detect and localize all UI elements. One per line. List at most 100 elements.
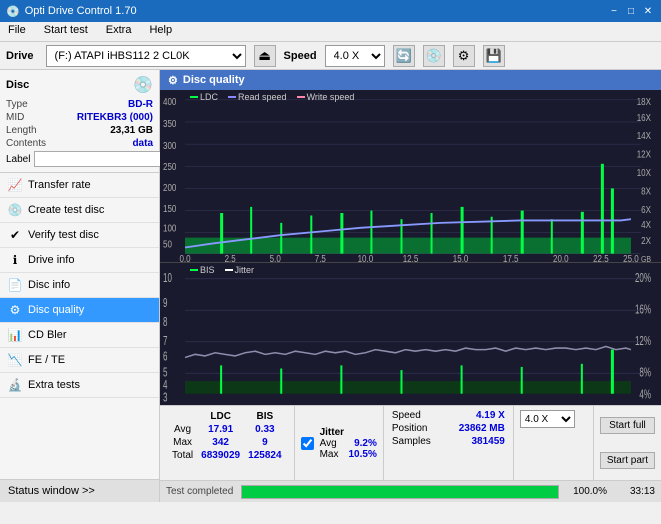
content-area: ⚙ Disc quality LDC Read speed — [160, 70, 661, 502]
svg-text:0.0: 0.0 — [179, 253, 190, 262]
jitter-max-row: Max 10.5% — [320, 449, 377, 460]
samples-label: Samples — [392, 436, 431, 447]
drive-label: Drive — [6, 50, 34, 62]
bottom-chart-svg: 10 9 8 7 6 5 4 3 20% 16% 12% 8% 4% — [160, 263, 661, 405]
svg-text:12.5: 12.5 — [403, 253, 419, 262]
progress-bar-container: Test completed 100.0% 33:13 — [160, 480, 661, 502]
svg-text:4%: 4% — [639, 388, 651, 402]
stats-avg-bis: 0.33 — [244, 423, 285, 436]
svg-text:25.0: 25.0 — [623, 253, 639, 262]
disc-quality-header-title: Disc quality — [183, 74, 245, 86]
position-label: Position — [392, 423, 428, 434]
refresh-button[interactable]: 🔄 — [393, 45, 415, 67]
settings-button[interactable]: ⚙ — [453, 45, 475, 67]
stats-avg-ldc: 17.91 — [197, 423, 244, 436]
position-row: Position 23862 MB — [392, 423, 505, 434]
svg-text:150: 150 — [163, 203, 176, 214]
legend-read-speed: Read speed — [228, 92, 287, 102]
svg-text:3: 3 — [163, 391, 168, 405]
speed-select[interactable]: 4.0 X — [325, 45, 385, 67]
menu-extra[interactable]: Extra — [102, 24, 136, 39]
menu-start-test[interactable]: Start test — [40, 24, 92, 39]
disc-mid-row: MID RITEKBR3 (000) — [6, 112, 153, 123]
sidebar-item-label: Create test disc — [28, 204, 104, 216]
speed-display-value: 4.19 X — [476, 410, 505, 421]
menu-file[interactable]: File — [4, 24, 30, 39]
speed-display-label: Speed — [392, 410, 421, 421]
save-button[interactable]: 💾 — [483, 45, 505, 67]
disc-type-label: Type — [6, 99, 28, 110]
drive-info-icon: ℹ — [8, 253, 22, 267]
sidebar-item-label: Transfer rate — [28, 179, 91, 191]
drive-select[interactable]: (F:) ATAPI iHBS112 2 CL0K — [46, 45, 246, 67]
title-bar-controls: − □ ✕ — [607, 4, 655, 18]
chart-bottom: BIS Jitter 10 9 8 7 6 5 4 — [160, 263, 661, 405]
stats-total-ldc: 6839029 — [197, 449, 244, 462]
status-window-button[interactable]: Status window >> — [0, 479, 159, 502]
svg-text:8: 8 — [163, 316, 168, 330]
disc-type-row: Type BD-R — [6, 99, 153, 110]
disc-title: Disc 💿 — [6, 75, 153, 95]
disc-length-row: Length 23,31 GB — [6, 125, 153, 136]
progress-bar-inner — [242, 486, 558, 498]
jitter-checkbox[interactable] — [301, 437, 314, 450]
stats-speed-select[interactable]: 4.0 X — [520, 410, 575, 428]
disc-label-input[interactable] — [34, 151, 172, 167]
disc-length-value: 23,31 GB — [110, 125, 153, 136]
sidebar-item-fe-te[interactable]: 📉 FE / TE — [0, 348, 159, 373]
disc-label-label: Label — [6, 154, 30, 165]
sidebar-item-drive-info[interactable]: ℹ Drive info — [0, 248, 159, 273]
svg-text:GB: GB — [641, 255, 651, 263]
jitter-legend-label: Jitter — [235, 265, 255, 275]
maximize-button[interactable]: □ — [624, 4, 638, 18]
sidebar-item-verify-test-disc[interactable]: ✔ Verify test disc — [0, 223, 159, 248]
sidebar-item-create-test-disc[interactable]: 💿 Create test disc — [0, 198, 159, 223]
jitter-label: Jitter — [320, 427, 377, 438]
minimize-button[interactable]: − — [607, 4, 621, 18]
sidebar-item-disc-quality[interactable]: ⚙ Disc quality — [0, 298, 159, 323]
progress-bar-outer — [241, 485, 559, 499]
svg-text:6X: 6X — [641, 204, 651, 215]
stats-total-label: Total — [168, 449, 197, 462]
jitter-avg-row: Avg 9.2% — [320, 438, 377, 449]
sidebar-item-cd-bler[interactable]: 📊 CD Bler — [0, 323, 159, 348]
speed-display-row: Speed 4.19 X — [392, 410, 505, 421]
main-area: Disc 💿 Type BD-R MID RITEKBR3 (000) Leng… — [0, 70, 661, 502]
menu-help[interactable]: Help — [145, 24, 176, 39]
status-text: Test completed — [166, 486, 233, 497]
disc-quality-icon: ⚙ — [8, 303, 22, 317]
sidebar-item-transfer-rate[interactable]: 📈 Transfer rate — [0, 173, 159, 198]
jitter-max-value: 10.5% — [349, 449, 377, 460]
sidebar-item-label: FE / TE — [28, 354, 65, 366]
burn-button[interactable]: 💿 — [423, 45, 445, 67]
progress-percent: 100.0% — [567, 486, 607, 497]
close-button[interactable]: ✕ — [641, 4, 655, 18]
svg-text:50: 50 — [163, 239, 172, 250]
sidebar-item-extra-tests[interactable]: 🔬 Extra tests — [0, 373, 159, 398]
jitter-legend-dot — [225, 269, 233, 271]
extra-tests-icon: 🔬 — [8, 378, 22, 392]
bis-legend-dot — [190, 269, 198, 271]
legend-bis: BIS — [190, 265, 215, 275]
bis-legend-label: BIS — [200, 265, 215, 275]
stats-avg-label: Avg — [168, 423, 197, 436]
samples-row: Samples 381459 — [392, 436, 505, 447]
svg-text:4X: 4X — [641, 219, 651, 230]
eject-button[interactable]: ⏏ — [254, 45, 276, 67]
start-full-button[interactable]: Start full — [600, 417, 655, 434]
sidebar-item-label: Verify test disc — [28, 229, 99, 241]
legend-write-speed: Write speed — [297, 92, 355, 102]
stats-max-ldc: 342 — [197, 436, 244, 449]
disc-quality-header-icon: ⚙ — [168, 74, 178, 87]
read-speed-legend-label: Read speed — [238, 92, 287, 102]
menu-bar: File Start test Extra Help — [0, 22, 661, 42]
svg-text:16%: 16% — [635, 303, 651, 317]
sidebar-item-disc-info[interactable]: 📄 Disc info — [0, 273, 159, 298]
start-part-button[interactable]: Start part — [600, 452, 655, 469]
disc-mid-value: RITEKBR3 (000) — [77, 112, 153, 123]
sidebar-item-label: Drive info — [28, 254, 74, 266]
disc-length-label: Length — [6, 125, 37, 136]
svg-text:9: 9 — [163, 297, 168, 311]
disc-info-icon: 📄 — [8, 278, 22, 292]
svg-text:2.5: 2.5 — [225, 253, 236, 262]
